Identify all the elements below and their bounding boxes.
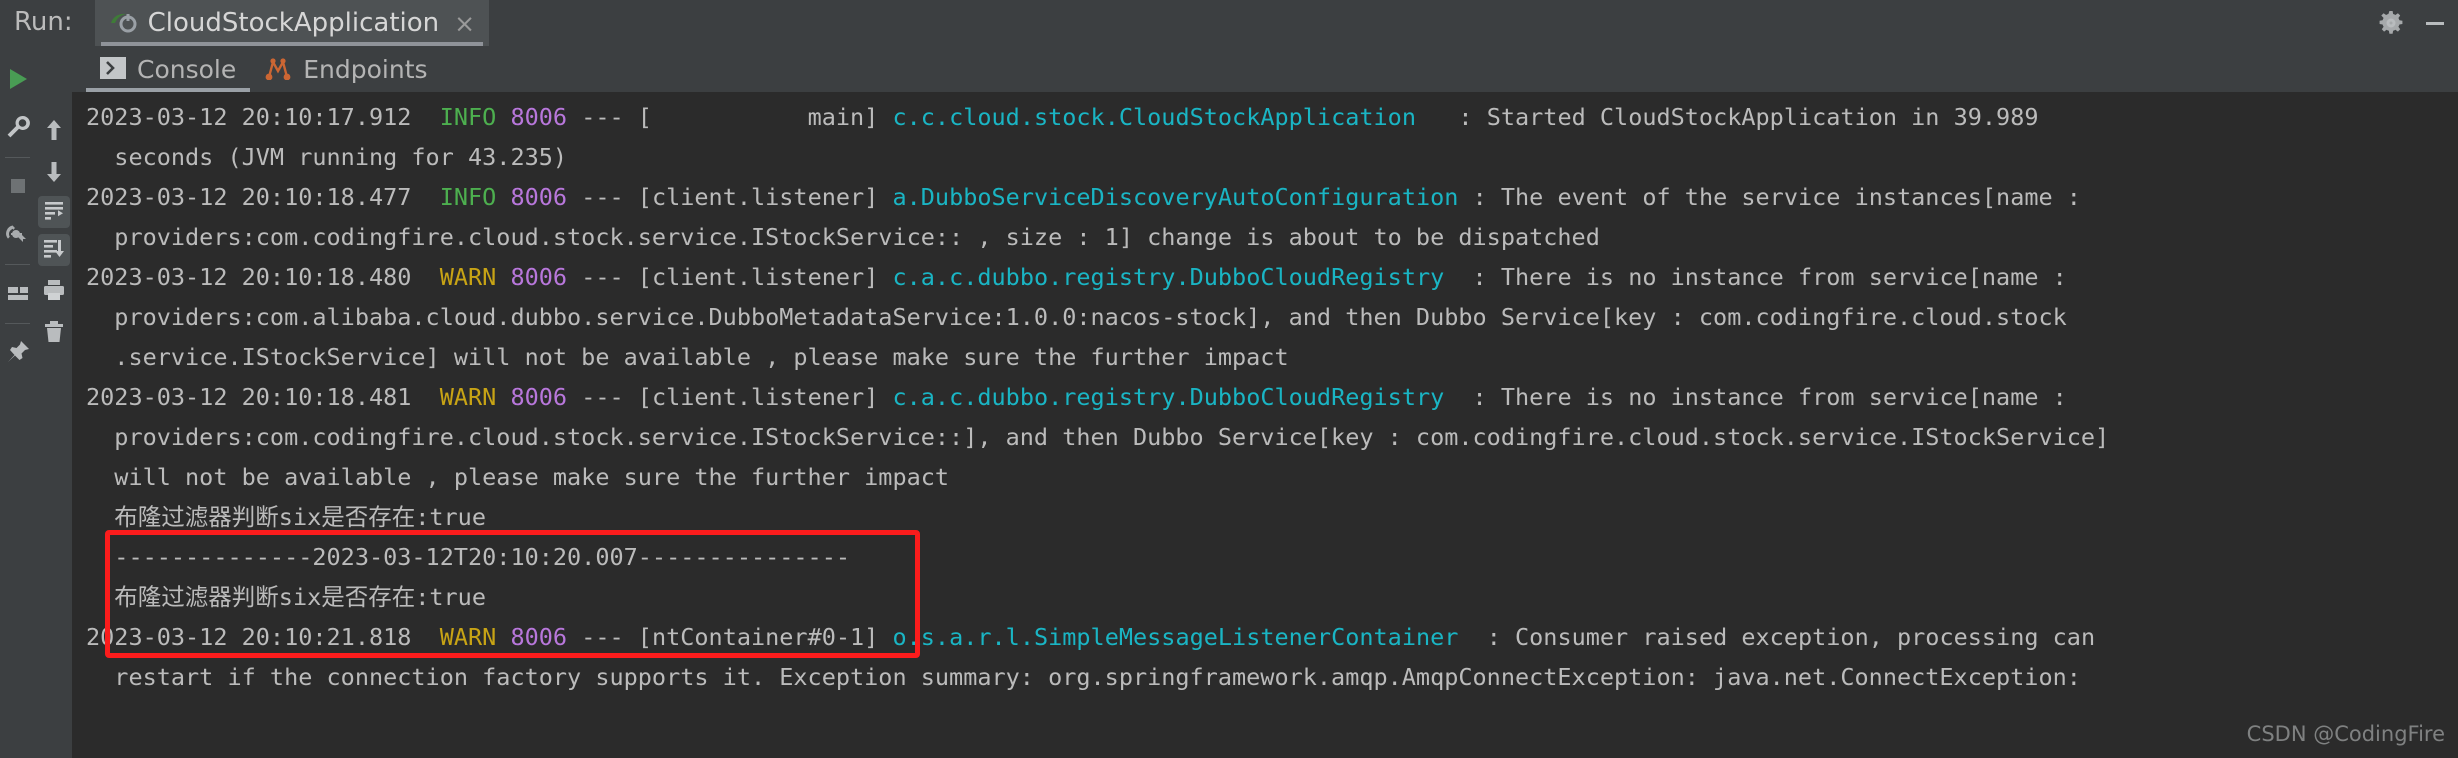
wrench-icon[interactable] [5, 114, 31, 140]
log-segment: --- [client.listener] [567, 263, 893, 291]
gutter-divider-3 [5, 323, 30, 324]
run-tab-title: CloudStockApplication [147, 8, 440, 38]
log-segment: 2023-03-12 20:10:18.480 [86, 263, 440, 291]
pin-icon[interactable] [5, 339, 31, 365]
log-line-started-cont: seconds (JVM running for 43.235) [72, 137, 2458, 177]
gutter-divider-1 [5, 157, 30, 158]
log-segment: --- [ main] [567, 103, 893, 131]
log-segment: WARN [439, 623, 497, 651]
log-line-registry-warn-2-cont-b: will not be available , please make sure… [72, 457, 2458, 497]
log-line-registry-warn-1-cont-a: providers:com.alibaba.cloud.dubbo.servic… [72, 297, 2458, 337]
log-line-registry-warn-2: 2023-03-12 20:10:18.481 WARN 8006 --- [c… [72, 377, 2458, 417]
tab-endpoints[interactable]: Endpoints [250, 48, 441, 92]
log-segment: providers:com.alibaba.cloud.dubbo.servic… [86, 303, 2067, 331]
arrow-up-icon[interactable] [41, 117, 67, 143]
log-segment [496, 383, 510, 411]
log-segment: 8006 [510, 383, 568, 411]
log-segment: providers:com.codingfire.cloud.stock.ser… [86, 223, 1600, 251]
log-segment: will not be available , please make sure… [86, 463, 950, 491]
log-segment: : There is no instance from service[name… [1444, 263, 2081, 291]
log-segment: a.DubboServiceDiscoveryAutoConfiguration [892, 183, 1459, 211]
log-segment: : Consumer raised exception, processing … [1458, 623, 2096, 651]
log-segment: INFO [439, 183, 497, 211]
log-segment: 8006 [510, 183, 568, 211]
log-segment: --- [client.listener] [567, 183, 893, 211]
log-line-amqp-warn-cont: restart if the connection factory suppor… [72, 657, 2458, 697]
log-line-registry-warn-2-cont-a: providers:com.codingfire.cloud.stock.ser… [72, 417, 2458, 457]
log-segment: 2023-03-12 20:10:18.481 [86, 383, 440, 411]
log-segment: 布隆过滤器判断six是否存在:true [86, 503, 486, 531]
log-segment: INFO [439, 103, 497, 131]
run-label: Run: [14, 7, 73, 37]
log-segment [496, 623, 510, 651]
gutter-divider-2 [5, 264, 30, 265]
log-line-bloom-filter-1: 布隆过滤器判断six是否存在:true [72, 497, 2458, 537]
close-icon[interactable]: × [454, 11, 475, 36]
log-segment: WARN [439, 383, 497, 411]
run-controls-gutter [0, 47, 35, 758]
log-segment [496, 103, 510, 131]
spring-boot-icon [109, 10, 137, 36]
log-segment: restart if the connection factory suppor… [86, 663, 2081, 691]
log-line-dubbo-discovery-cont: providers:com.codingfire.cloud.stock.ser… [72, 217, 2458, 257]
log-segment: providers:com.codingfire.cloud.stock.ser… [86, 423, 2110, 451]
run-tool-window: Run: CloudStockApplication × Console End… [0, 0, 2458, 758]
scroll-to-end-icon [42, 236, 66, 264]
soft-wrap-icon [42, 198, 66, 226]
log-segment: 8006 [510, 263, 568, 291]
arrow-down-icon[interactable] [41, 159, 67, 185]
trash-icon[interactable] [41, 319, 67, 345]
log-line-dubbo-discovery: 2023-03-12 20:10:18.477 INFO 8006 --- [c… [72, 177, 2458, 217]
endpoints-icon [264, 56, 292, 84]
log-segment: seconds (JVM running for 43.235) [86, 143, 568, 171]
log-line-registry-warn-1: 2023-03-12 20:10:18.480 WARN 8006 --- [c… [72, 257, 2458, 297]
tab-endpoints-label: Endpoints [303, 55, 428, 84]
log-segment: WARN [439, 263, 497, 291]
console-toolbar [36, 47, 72, 758]
log-line-registry-warn-1-cont-b: .service.IStockService] will not be avai… [72, 337, 2458, 377]
minimize-icon[interactable] [2422, 10, 2448, 36]
log-segment: : The event of the service instances[nam… [1458, 183, 2096, 211]
log-segment [496, 263, 510, 291]
run-configuration-tab[interactable]: CloudStockApplication × [94, 0, 490, 46]
console-icon [100, 56, 126, 83]
log-segment: 8006 [510, 623, 568, 651]
scroll-to-end-button[interactable] [38, 234, 70, 266]
log-line-bloom-filter-2: 布隆过滤器判断six是否存在:true [72, 577, 2458, 617]
log-line-separator-timestamp: --------------2023-03-12T20:10:20.007---… [72, 537, 2458, 577]
log-segment: 2023-03-12 20:10:18.477 [86, 183, 440, 211]
log-segment: 8006 [510, 103, 568, 131]
log-segment: 2023-03-12 20:10:17.912 [86, 103, 440, 131]
log-segment: --- [ntContainer#0-1] [567, 623, 893, 651]
log-line-amqp-warn: 2023-03-12 20:10:21.818 WARN 8006 --- [n… [72, 617, 2458, 657]
tab-console-label: Console [137, 55, 237, 84]
log-segment: o.s.a.r.l.SimpleMessageListenerContainer [892, 623, 1459, 651]
log-segment: --------------2023-03-12T20:10:20.007---… [86, 543, 851, 571]
log-segment: : Started CloudStockApplication in 39.98… [1415, 103, 2039, 131]
restart-bug-icon[interactable] [5, 221, 31, 247]
gear-icon[interactable] [2378, 10, 2404, 36]
log-segment: 2023-03-12 20:10:21.818 [86, 623, 440, 651]
log-segment: c.c.cloud.stock.CloudStockApplication [892, 103, 1416, 131]
tab-console[interactable]: Console [86, 48, 251, 92]
log-segment: c.a.c.dubbo.registry.DubboCloudRegistry [892, 263, 1445, 291]
printer-icon[interactable] [41, 277, 67, 303]
log-segment [496, 183, 510, 211]
stop-square-icon[interactable] [5, 173, 31, 199]
log-segment: --- [client.listener] [567, 383, 893, 411]
console-tabs: Console Endpoints [72, 47, 2458, 92]
runbar-right-controls [2378, 0, 2448, 46]
log-line-started: 2023-03-12 20:10:17.912 INFO 8006 --- [ … [72, 97, 2458, 137]
log-segment: 布隆过滤器判断six是否存在:true [86, 583, 486, 611]
layout-icon[interactable] [5, 280, 31, 306]
log-segment: : There is no instance from service[name… [1444, 383, 2081, 411]
soft-wrap-button[interactable] [38, 196, 70, 228]
log-segment: .service.IStockService] will not be avai… [86, 343, 1289, 371]
console-output[interactable]: 2023-03-12 20:10:17.912 INFO 8006 --- [ … [72, 92, 2458, 758]
run-toolbar: Run: CloudStockApplication × [0, 0, 2458, 47]
play-icon[interactable] [5, 66, 31, 92]
log-segment: c.a.c.dubbo.registry.DubboCloudRegistry [892, 383, 1445, 411]
